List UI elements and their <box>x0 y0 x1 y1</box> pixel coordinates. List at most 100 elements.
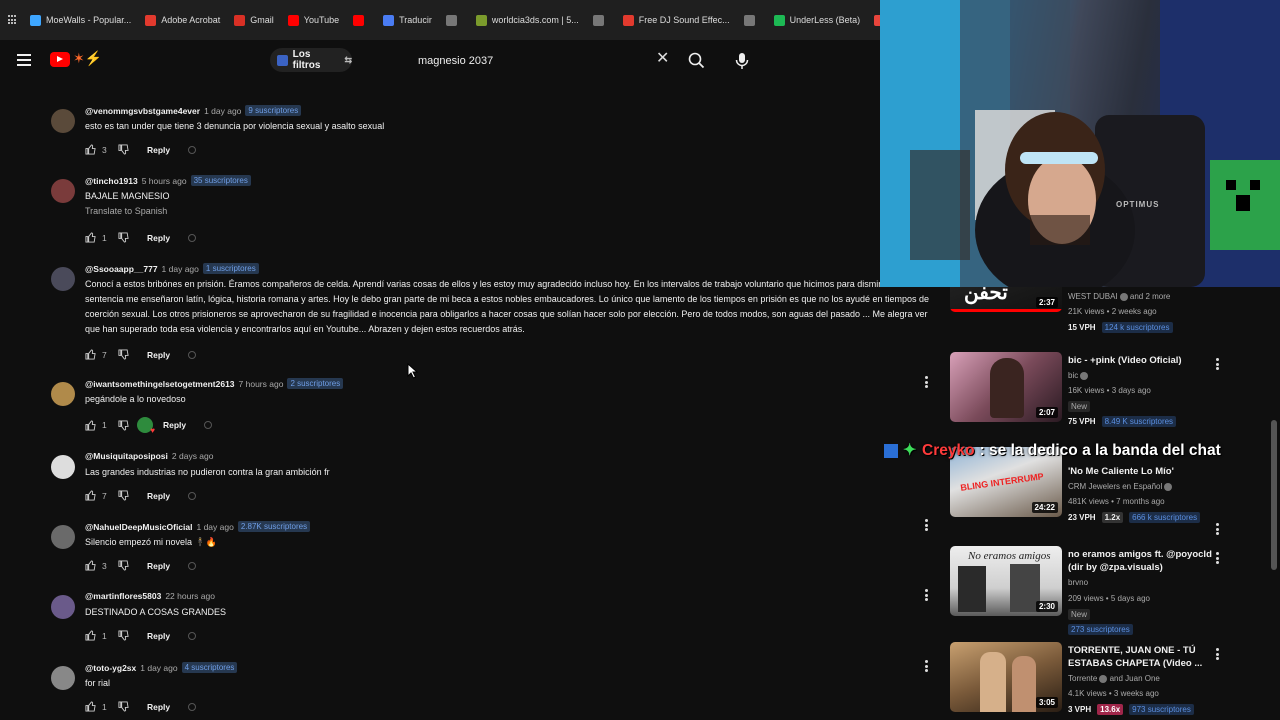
avatar[interactable] <box>51 455 75 479</box>
sidebar-scrollbar[interactable] <box>1271 420 1277 570</box>
reply-button[interactable]: Reply <box>147 491 170 501</box>
video-item[interactable]: تحفن 2:37 WEST DUBAI and 2 more 21K view… <box>950 287 1280 333</box>
video-channel[interactable]: brvno <box>1068 578 1088 587</box>
comment-author[interactable]: @venommgsvbstgame4ever <box>85 106 200 116</box>
comment-author[interactable]: @tincho1913 <box>85 176 138 186</box>
comment-age[interactable]: 1 day ago <box>162 264 199 274</box>
dislike-icon[interactable] <box>118 419 129 431</box>
reply-button[interactable]: Reply <box>147 350 170 360</box>
youtube-logo-icon[interactable] <box>50 52 70 67</box>
comment-author[interactable]: @Musiquitaposiposi <box>85 451 168 461</box>
menu-icon[interactable] <box>17 54 31 66</box>
video-menu-icon[interactable] <box>1216 552 1220 564</box>
clear-search-icon[interactable]: ✕ <box>656 51 669 67</box>
comment-age[interactable]: 1 day ago <box>204 106 241 116</box>
like-icon[interactable] <box>85 144 96 155</box>
video-thumbnail[interactable]: 2:07 <box>950 352 1062 422</box>
reply-button[interactable]: Reply <box>147 561 170 571</box>
comment-menu-icon[interactable] <box>925 660 929 672</box>
like-icon[interactable] <box>85 349 96 360</box>
comment-age[interactable]: 22 hours ago <box>165 591 215 601</box>
like-icon[interactable] <box>85 560 96 571</box>
apps-grid-icon[interactable] <box>8 15 16 25</box>
comment-author[interactable]: @Ssooaapp__777 <box>85 264 158 274</box>
comment-age[interactable]: 1 day ago <box>196 522 233 532</box>
video-item[interactable]: No eramos amigos 2:30 no eramos amigos f… <box>950 546 1280 635</box>
like-icon[interactable] <box>85 630 96 641</box>
avatar[interactable] <box>51 179 75 203</box>
comment-author[interactable]: @toto-yg2sx <box>85 663 136 673</box>
video-title[interactable]: TORRENTE, JUAN ONE - TÚ ESTABAS CHAPETA … <box>1068 644 1218 670</box>
search-button[interactable] <box>684 48 710 74</box>
bookmark-item[interactable]: Free DJ Sound Effec... <box>622 14 730 26</box>
comment-age[interactable]: 1 day ago <box>140 663 177 673</box>
bookmark-item[interactable] <box>353 14 369 26</box>
avatar[interactable] <box>51 382 75 406</box>
like-icon[interactable] <box>85 419 96 431</box>
comment-menu-icon[interactable] <box>925 589 929 601</box>
video-thumbnail[interactable]: 3:05 <box>950 642 1062 712</box>
reply-button[interactable]: Reply <box>147 145 170 155</box>
like-icon[interactable] <box>85 82 96 87</box>
dislike-icon[interactable] <box>118 630 129 641</box>
comment-age[interactable]: 7 hours ago <box>239 379 284 389</box>
video-title[interactable]: no eramos amigos ft. @poyocld (dir by @z… <box>1068 548 1218 574</box>
bookmark-item[interactable]: MoeWalls - Popular... <box>30 14 131 26</box>
dislike-icon[interactable] <box>118 701 129 712</box>
bookmark-item[interactable]: Adobe Acrobat <box>145 14 220 26</box>
avatar[interactable] <box>51 666 75 690</box>
avatar[interactable] <box>51 525 75 549</box>
video-channel[interactable]: WEST DUBAI and 2 more <box>1068 292 1170 301</box>
video-channel[interactable]: Torrente and Juan One <box>1068 674 1160 683</box>
bookmark-item[interactable]: worldcia3ds.com | 5... <box>475 14 579 26</box>
comment-age[interactable]: 2 days ago <box>172 451 214 461</box>
bookmark-item[interactable] <box>445 14 462 26</box>
comment-author[interactable]: @iwantsomethingelsetogetment2613 <box>85 379 235 389</box>
bookmark-item[interactable] <box>743 14 760 26</box>
like-icon[interactable] <box>85 232 96 243</box>
video-thumbnail[interactable]: No eramos amigos 2:30 <box>950 546 1062 616</box>
search-input[interactable]: magnesio 2037 <box>408 48 678 74</box>
reply-button[interactable]: Reply <box>147 233 170 243</box>
video-duration: 2:07 <box>1035 407 1058 418</box>
comment-menu-icon[interactable] <box>925 376 929 388</box>
chat-badge-icon <box>884 444 898 458</box>
bookmark-item[interactable]: UnderLess (Beta) <box>773 14 860 26</box>
dislike-icon[interactable] <box>118 560 129 571</box>
bookmark-favicon-icon <box>592 14 604 26</box>
filters-button[interactable]: Los filtros ⇆ <box>270 48 352 72</box>
reply-button[interactable]: Reply <box>147 631 170 641</box>
bookmark-item[interactable] <box>592 14 609 26</box>
comment-menu-icon[interactable] <box>925 519 929 531</box>
voice-search-button[interactable] <box>730 48 754 74</box>
video-menu-icon[interactable] <box>1216 648 1220 660</box>
reply-button[interactable]: Reply <box>163 420 186 430</box>
video-menu-icon[interactable] <box>1216 358 1220 370</box>
dislike-icon[interactable] <box>118 144 129 155</box>
video-menu-icon[interactable] <box>1216 523 1220 535</box>
video-title[interactable]: bic - +pink (Video Oficial) <box>1068 354 1218 367</box>
reply-button[interactable]: Reply <box>147 702 170 712</box>
video-thumbnail[interactable]: تحفن 2:37 <box>950 287 1062 312</box>
comment-age[interactable]: 5 hours ago <box>142 176 187 186</box>
avatar[interactable] <box>51 267 75 291</box>
dislike-icon[interactable] <box>118 490 129 501</box>
video-item[interactable]: 3:05 TORRENTE, JUAN ONE - TÚ ESTABAS CHA… <box>950 642 1280 717</box>
video-title[interactable]: 'No Me Caliente Lo Mío' <box>1068 465 1218 478</box>
video-channel[interactable]: CRM Jewelers en Español <box>1068 482 1173 491</box>
video-item[interactable]: 2:07 bic - +pink (Video Oficial) bic 16K… <box>950 352 1280 427</box>
bookmark-item[interactable]: Gmail <box>234 14 274 26</box>
avatar[interactable] <box>51 595 75 619</box>
comment-author[interactable]: @NahuelDeepMusicOficial <box>85 522 192 532</box>
dislike-icon[interactable] <box>118 232 129 243</box>
dislike-icon[interactable] <box>118 82 129 87</box>
like-icon[interactable] <box>85 490 96 501</box>
bookmark-item[interactable]: YouTube <box>287 14 339 26</box>
bookmark-item[interactable]: Traducir <box>383 14 432 26</box>
comment-author[interactable]: @martinflores5803 <box>85 591 161 601</box>
video-channel[interactable]: bic <box>1068 371 1089 380</box>
translate-link[interactable]: Translate to Spanish <box>85 206 167 216</box>
dislike-icon[interactable] <box>118 349 129 360</box>
like-icon[interactable] <box>85 701 96 712</box>
avatar[interactable] <box>51 109 75 133</box>
